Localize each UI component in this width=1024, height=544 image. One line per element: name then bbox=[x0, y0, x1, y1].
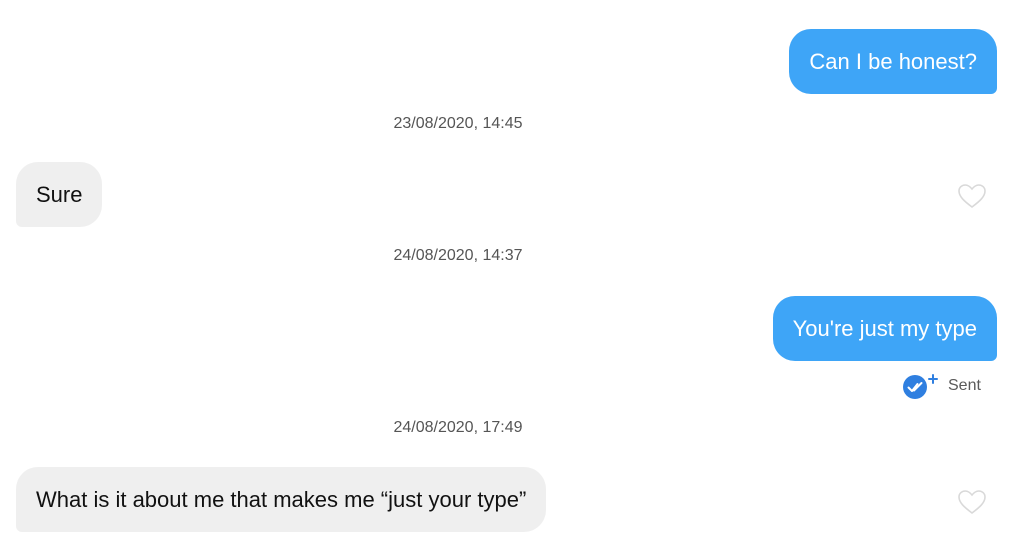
like-heart-icon[interactable] bbox=[957, 182, 987, 210]
incoming-message-bubble[interactable]: Sure bbox=[16, 162, 103, 227]
outgoing-message-bubble[interactable]: Can I be honest? bbox=[789, 29, 997, 94]
incoming-message-bubble[interactable]: What is it about me that makes me “just … bbox=[16, 467, 547, 532]
message-text: Can I be honest? bbox=[809, 48, 977, 74]
message-text: Sure bbox=[36, 181, 83, 207]
message-timestamp: 24/08/2020, 14:37 bbox=[393, 247, 523, 264]
message-text: What is it about me that makes me “just … bbox=[36, 486, 527, 512]
message-timestamp: 23/08/2020, 14:45 bbox=[393, 115, 523, 132]
outgoing-message-bubble[interactable]: You're just my type bbox=[772, 296, 997, 361]
message-text: You're just my type bbox=[792, 315, 977, 341]
status-label: Sent bbox=[948, 377, 981, 394]
message-timestamp: 24/08/2020, 17:49 bbox=[393, 419, 523, 436]
message-status: Sent bbox=[902, 371, 981, 401]
double-check-plus-icon bbox=[902, 373, 938, 399]
like-heart-icon[interactable] bbox=[957, 488, 987, 516]
